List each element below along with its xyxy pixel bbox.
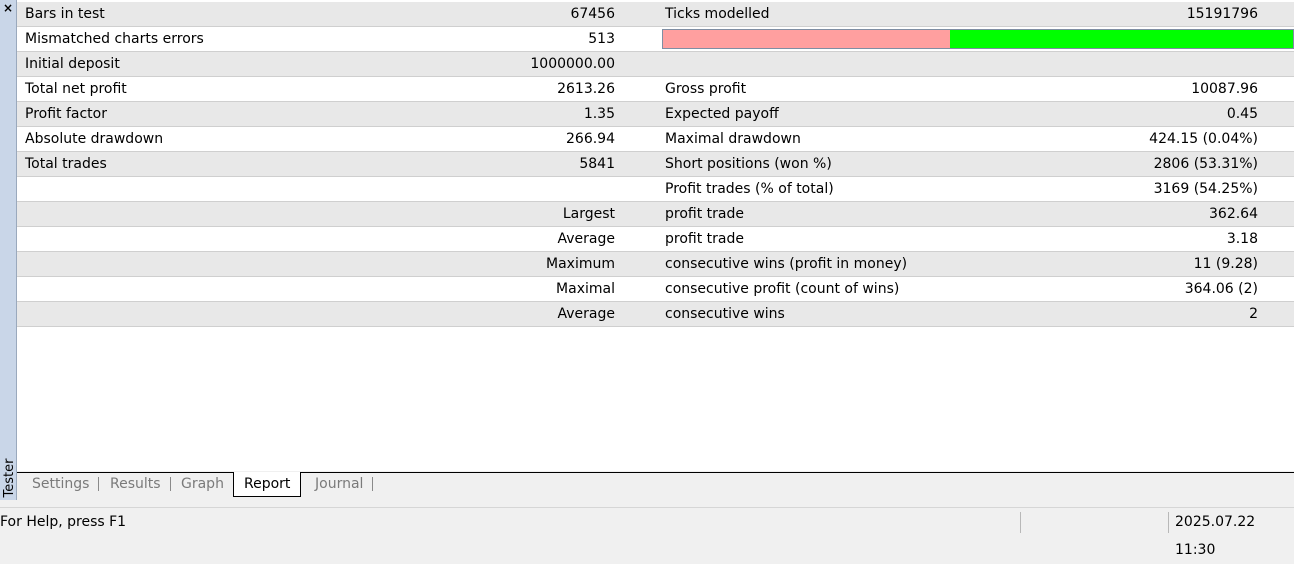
tab-settings[interactable]: Settings xyxy=(22,473,100,495)
row-right-label: Profit trades (% of total) xyxy=(665,181,834,197)
row-value: 67456 xyxy=(570,6,615,22)
status-bar: For Help, press F1 2025.07.22 11:30 xyxy=(0,507,1294,558)
row-right-label: Maximal drawdown xyxy=(665,131,801,147)
row-right-label: consecutive wins xyxy=(665,306,785,322)
close-icon[interactable]: × xyxy=(0,0,16,16)
row-right-value: 10087.96 xyxy=(1191,81,1258,97)
row-value: Largest xyxy=(562,206,615,222)
status-datetime: 2025.07.22 11:30 xyxy=(1175,514,1256,558)
row-right-value: 3.18 xyxy=(1226,231,1258,247)
row-value: 2613.26 xyxy=(557,81,615,97)
row-right-value: 424.15 (0.04%) xyxy=(1149,131,1258,147)
row-value: 5841 xyxy=(579,156,615,172)
row-value: Maximal xyxy=(556,281,615,297)
report-table: Bars in test 67456 Ticks modelled 151917… xyxy=(17,0,1294,471)
tester-tab-bar: Settings Results Graph Report Journal xyxy=(17,472,1294,499)
row-label: Initial deposit xyxy=(25,56,120,72)
table-row: Total trades 5841 Short positions (won %… xyxy=(17,152,1294,177)
row-right-label: profit trade xyxy=(665,231,744,247)
row-right-label: Gross profit xyxy=(665,81,747,97)
row-value: Average xyxy=(557,306,616,322)
quality-bar-red-segment xyxy=(663,30,950,48)
row-label: Profit factor xyxy=(25,106,107,122)
tester-side-strip: × Tester xyxy=(0,0,17,500)
row-value: Average xyxy=(557,231,616,247)
row-right-value: 2806 (53.31%) xyxy=(1153,156,1258,172)
table-row: Maximal consecutive profit (count of win… xyxy=(17,277,1294,302)
quality-bar-green-segment xyxy=(949,30,1293,48)
row-label: Bars in test xyxy=(25,6,105,22)
row-right-value: 362.64 xyxy=(1209,206,1258,222)
tab-report[interactable]: Report xyxy=(233,472,302,497)
row-right-value: 2 xyxy=(1249,306,1258,322)
status-divider xyxy=(1020,512,1021,533)
table-row: Largest profit trade 362.64 xyxy=(17,202,1294,227)
table-row: Mismatched charts errors 513 xyxy=(17,27,1294,52)
row-right-value: 11 (9.28) xyxy=(1193,256,1258,272)
row-value: 1000000.00 xyxy=(530,56,615,72)
row-right-label: consecutive wins (profit in money) xyxy=(665,256,908,272)
row-label: Mismatched charts errors xyxy=(25,31,204,47)
tab-journal[interactable]: Journal xyxy=(305,473,374,495)
row-right-label: Short positions (won %) xyxy=(665,156,832,172)
row-right-label: Expected payoff xyxy=(665,106,779,122)
row-right-value: 0.45 xyxy=(1226,106,1258,122)
row-value: 266.94 xyxy=(566,131,615,147)
table-row: Total net profit 2613.26 Gross profit 10… xyxy=(17,77,1294,102)
row-right-label: profit trade xyxy=(665,206,744,222)
modelling-quality-bar xyxy=(662,29,1294,49)
row-right-value: 364.06 (2) xyxy=(1184,281,1258,297)
row-right-label: consecutive profit (count of wins) xyxy=(665,281,900,297)
row-value: 1.35 xyxy=(583,106,615,122)
row-label: Absolute drawdown xyxy=(25,131,164,147)
table-row: Maximum consecutive wins (profit in mone… xyxy=(17,252,1294,277)
tab-results[interactable]: Results xyxy=(100,473,171,495)
table-row: Profit trades (% of total) 3169 (54.25%) xyxy=(17,177,1294,202)
table-row: Initial deposit 1000000.00 xyxy=(17,52,1294,77)
table-row: Bars in test 67456 Ticks modelled 151917… xyxy=(17,2,1294,27)
row-label: Total trades xyxy=(25,156,107,172)
table-row: Absolute drawdown 266.94 Maximal drawdow… xyxy=(17,127,1294,152)
table-row: Profit factor 1.35 Expected payoff 0.45 xyxy=(17,102,1294,127)
row-value: Maximum xyxy=(546,256,615,272)
row-label: Total net profit xyxy=(25,81,127,97)
row-value: 513 xyxy=(588,31,615,47)
row-right-value: 15191796 xyxy=(1186,6,1258,22)
tester-side-label: Tester xyxy=(2,458,17,498)
table-row: Average consecutive wins 2 xyxy=(17,302,1294,327)
status-divider xyxy=(1168,512,1169,533)
table-row: Average profit trade 3.18 xyxy=(17,227,1294,252)
tab-graph[interactable]: Graph xyxy=(171,473,234,495)
row-right-label: Ticks modelled xyxy=(665,6,770,22)
row-right-value: 3169 (54.25%) xyxy=(1153,181,1258,197)
